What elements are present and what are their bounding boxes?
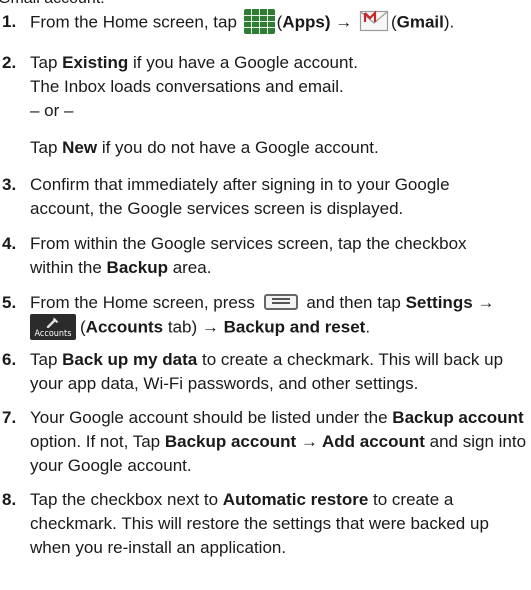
step-number: 7. <box>2 408 17 427</box>
text-segment: Backup account <box>392 408 524 427</box>
text-segment: Tap <box>30 350 63 369</box>
step-number: 3. <box>2 175 17 194</box>
text-segment: area. <box>167 258 212 277</box>
text-segment: and sign into <box>424 432 527 451</box>
text-segment: Tap <box>30 138 63 157</box>
text-segment: within the <box>30 258 107 277</box>
text-segment: and then tap <box>306 293 401 312</box>
text-segment: your Google account. <box>30 456 192 475</box>
text-segment: Tap the checkbox next to <box>30 490 223 509</box>
step-body: From the Home screen, tap (Apps) → (Gmai… <box>30 7 529 34</box>
text-segment: Automatic restore <box>222 490 369 509</box>
step-number: 8. <box>2 490 17 509</box>
text-segment: your app data, Wi-Fi passwords, and othe… <box>30 374 419 393</box>
text-line: your app data, Wi-Fi passwords, and othe… <box>30 372 529 396</box>
text-segment: Backup and reset <box>218 317 366 337</box>
text-segment: ). <box>443 12 455 32</box>
text-line: – or – <box>30 99 529 123</box>
step-number: 4. <box>2 234 17 253</box>
text-line: Tap the checkbox next to Automatic resto… <box>30 488 529 512</box>
text-line: From within the Google services screen, … <box>30 232 529 256</box>
step-number: 6. <box>2 350 17 369</box>
text-segment: Gmail <box>396 12 444 32</box>
text-line: The Inbox loads conversations and email. <box>30 75 529 99</box>
step-body: Tap the checkbox next to Automatic resto… <box>30 488 529 560</box>
text-segment: The Inbox loads conversations and email. <box>30 77 344 96</box>
text-segment: Apps <box>282 12 325 32</box>
text-segment: Accounts <box>85 317 164 337</box>
text-segment: if you do not have a Google account. <box>97 138 379 157</box>
text-segment: Accounts <box>34 329 72 339</box>
text-segment: Backup <box>106 258 168 277</box>
text-line: option. If not, Tap Backup account → Add… <box>30 430 529 454</box>
text-segment: option. If not, Tap <box>30 432 165 451</box>
text-segment: → <box>201 317 219 337</box>
step-number: 1. <box>2 12 17 31</box>
step-number: 2. <box>2 53 17 72</box>
text-segment: New <box>62 138 98 157</box>
text-segment: when you re-install an application. <box>30 538 287 557</box>
text-line: checkmark. This will restore the setting… <box>30 512 529 536</box>
text-segment: Tap <box>30 53 63 72</box>
text-segment: Back up my data <box>62 350 198 369</box>
text-segment: to create a checkmark. This will back up <box>197 350 504 369</box>
text-line: Accounts (Accounts tab) → Backup and res… <box>30 314 529 340</box>
gmail-envelope-icon <box>359 7 389 33</box>
text-line: Tap New if you do not have a Google acco… <box>30 136 529 160</box>
text-segment: to create a <box>368 490 454 509</box>
intro-text: Gmail account: <box>0 0 105 8</box>
text-segment: . <box>365 317 371 337</box>
text-segment: Backup account → Add account <box>164 432 425 451</box>
text-segment: From the Home screen, press <box>30 293 255 312</box>
text-line: From the Home screen, tap (Apps) → (Gmai… <box>30 7 529 34</box>
text-segment: ) → <box>324 12 353 32</box>
text-line: Tap Existing if you have a Google accoun… <box>30 51 529 75</box>
step-number: 5. <box>2 293 17 312</box>
text-line: Your Google account should be listed und… <box>30 406 529 430</box>
text-segment: Settings → <box>405 293 495 312</box>
text-segment: From within the Google services screen, … <box>30 234 467 253</box>
text-segment: Your Google account should be listed und… <box>30 408 393 427</box>
text-segment: Confirm that immediately after signing i… <box>30 175 450 194</box>
text-segment: tab) <box>163 317 202 337</box>
text-segment: if you have a Google account. <box>128 53 358 72</box>
step-body: Your Google account should be listed und… <box>30 406 529 478</box>
text-segment: checkmark. This will restore the setting… <box>30 514 489 533</box>
text-segment: – or – <box>30 101 74 120</box>
accounts-tab-icon: Accounts <box>30 314 76 340</box>
text-line: From the Home screen, press and then tap… <box>30 291 529 315</box>
text-line: Tap Back up my data to create a checkmar… <box>30 348 529 372</box>
step-body: Confirm that immediately after signing i… <box>30 173 529 221</box>
manual-page: Gmail account: 1. From the Home screen, … <box>0 0 531 590</box>
step-body: From the Home screen, press and then tap… <box>30 291 529 340</box>
apps-grid-icon <box>243 8 275 34</box>
text-line: within the Backup area. <box>30 256 529 280</box>
text-line: Confirm that immediately after signing i… <box>30 173 529 197</box>
text-line: account, the Google services screen is d… <box>30 197 529 221</box>
step-body: Tap Back up my data to create a checkmar… <box>30 348 529 396</box>
menu-key-icon <box>263 293 298 310</box>
step-body: Tap Existing if you have a Google accoun… <box>30 51 529 160</box>
text-line: when you re-install an application. <box>30 536 529 560</box>
step-body: From within the Google services screen, … <box>30 232 529 280</box>
text-segment: account, the Google services screen is d… <box>30 199 404 218</box>
text-line: your Google account. <box>30 454 529 478</box>
text-segment: From the Home screen, tap <box>30 12 237 32</box>
text-segment: Existing <box>62 53 129 72</box>
